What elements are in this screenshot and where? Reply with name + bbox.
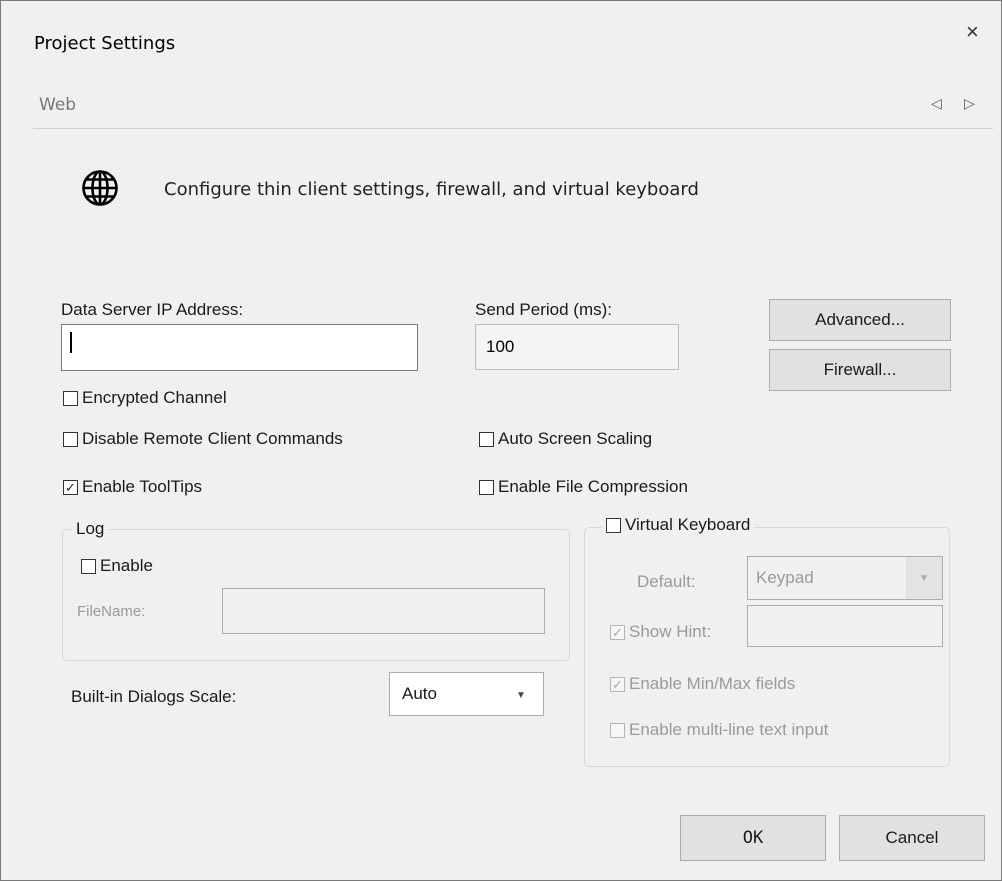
text-cursor <box>70 332 72 353</box>
checkbox-box[interactable]: ✓ <box>63 479 78 495</box>
enable-tooltips-label: Enable ToolTips <box>82 477 203 496</box>
cancel-button[interactable]: Cancel <box>839 815 985 861</box>
vk-show-hint-checkbox[interactable]: ✓ Show Hint: <box>610 622 711 642</box>
log-enable-label: Enable <box>100 556 153 575</box>
globe-icon <box>82 170 118 206</box>
ok-button[interactable]: OK <box>680 815 826 861</box>
disable-remote-commands-checkbox[interactable]: Disable Remote Client Commands <box>63 429 343 449</box>
firewall-button[interactable]: Firewall... <box>769 349 951 391</box>
encrypted-channel-checkbox[interactable]: Encrypted Channel <box>63 388 227 408</box>
data-server-ip-input[interactable] <box>61 324 418 371</box>
send-period-input[interactable] <box>475 324 679 370</box>
project-settings-dialog: Project Settings × Web ◁ ▷ Configure thi… <box>0 0 1002 881</box>
send-period-label: Send Period (ms): <box>475 300 612 319</box>
virtual-keyboard-label: Virtual Keyboard <box>625 515 751 534</box>
nav-prev-icon[interactable]: ◁ <box>931 95 942 112</box>
auto-screen-scaling-label: Auto Screen Scaling <box>498 429 653 448</box>
vk-default-select[interactable]: Keypad ▼ <box>747 556 943 600</box>
vk-multiline-checkbox[interactable]: Enable multi-line text input <box>610 720 828 740</box>
dialogs-scale-value: Auto <box>402 684 437 703</box>
close-icon[interactable]: × <box>966 19 979 45</box>
vk-min-max-label: Enable Min/Max fields <box>629 674 796 693</box>
checkbox-box[interactable] <box>606 517 621 533</box>
vk-default-value: Keypad <box>756 568 814 587</box>
vk-show-hint-input[interactable] <box>747 605 943 647</box>
vk-multiline-label: Enable multi-line text input <box>629 720 829 739</box>
tab-web[interactable]: Web <box>39 95 76 115</box>
vk-show-hint-label: Show Hint: <box>629 622 712 641</box>
disable-remote-commands-label: Disable Remote Client Commands <box>82 429 343 448</box>
advanced-button[interactable]: Advanced... <box>769 299 951 341</box>
log-filename-label: FileName: <box>77 603 146 620</box>
vk-min-max-checkbox[interactable]: ✓ Enable Min/Max fields <box>610 674 795 694</box>
log-filename-input[interactable] <box>222 588 545 634</box>
nav-next-icon[interactable]: ▷ <box>964 95 975 112</box>
data-server-ip-label: Data Server IP Address: <box>61 300 244 319</box>
checkbox-box[interactable]: ✓ <box>610 676 625 692</box>
dialog-title: Project Settings <box>34 33 176 54</box>
enable-tooltips-checkbox[interactable]: ✓ Enable ToolTips <box>63 477 202 497</box>
checkbox-box[interactable] <box>479 431 494 447</box>
log-enable-checkbox[interactable]: Enable <box>81 556 153 576</box>
chevron-down-icon: ▼ <box>516 690 526 701</box>
checkbox-box[interactable] <box>81 558 96 574</box>
tab-divider <box>33 128 993 129</box>
auto-screen-scaling-checkbox[interactable]: Auto Screen Scaling <box>479 429 652 449</box>
dialogs-scale-label: Built-in Dialogs Scale: <box>71 687 237 706</box>
checkbox-box[interactable] <box>63 390 78 406</box>
vk-dropdown-button[interactable]: ▼ <box>906 557 942 599</box>
checkbox-box[interactable] <box>610 722 625 738</box>
checkbox-box[interactable] <box>63 431 78 447</box>
virtual-keyboard-checkbox[interactable]: Virtual Keyboard <box>602 515 755 535</box>
vk-default-label: Default: <box>637 572 696 591</box>
checkbox-box[interactable]: ✓ <box>610 624 625 640</box>
checkbox-box[interactable] <box>479 479 494 495</box>
page-description: Configure thin client settings, firewall… <box>164 179 699 200</box>
dialogs-scale-select[interactable]: Auto ▼ <box>389 672 544 716</box>
enable-file-compression-label: Enable File Compression <box>498 477 688 496</box>
chevron-down-icon: ▼ <box>919 572 929 584</box>
enable-file-compression-checkbox[interactable]: Enable File Compression <box>479 477 688 497</box>
encrypted-channel-label: Encrypted Channel <box>82 388 227 407</box>
log-legend: Log <box>72 519 109 539</box>
